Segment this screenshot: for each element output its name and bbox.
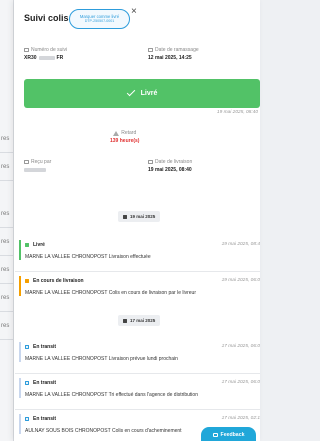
event-description: MARNE LA VALLEE CHRONOPOST Colis en cour… xyxy=(25,290,196,296)
delay-value: 139 heure(s) xyxy=(110,138,140,144)
background-row: res xyxy=(0,200,13,228)
pickup-date-field: Date de ramassage 12 mai 2025, 14:25 xyxy=(148,47,199,61)
background-table-strip: res res res res res res res xyxy=(0,0,14,441)
warning-icon xyxy=(113,130,120,136)
person-icon xyxy=(24,160,29,164)
timeline-date: 19 mai 2025 xyxy=(130,214,156,219)
panel-header: Suivi colis Marquer comme livré DTP-2505… xyxy=(14,0,260,34)
received-by-label: Reçu par xyxy=(31,159,52,165)
delivery-date-value: 19 mai 2025, 08:40 xyxy=(148,167,192,173)
event-timestamp: 19 mai 2025, 08:4 xyxy=(221,242,260,247)
divider xyxy=(15,409,260,410)
received-by-field: Reçu par xyxy=(24,159,51,173)
mark-as-delivered-button[interactable]: Marquer comme livré DTP-250507-0001 xyxy=(69,9,130,29)
event-title: En transit xyxy=(33,343,57,350)
event-description: MARNE LA VALLEE CHRONOPOST Livraison pré… xyxy=(25,356,178,362)
tracking-number-field: Numéro de suivi XR30 FR xyxy=(24,47,67,61)
delay-field: Retard 139 heure(s) xyxy=(110,130,139,144)
delivery-date-field: Date de livraison 19 mai 2025, 08:40 xyxy=(148,159,192,173)
calendar-icon xyxy=(123,214,127,219)
background-row: res xyxy=(0,228,13,256)
timeline-event: En transit 17 mai 2025, 06:0 MARNE LA VA… xyxy=(15,373,260,398)
redacted-value xyxy=(24,167,46,172)
redacted-value xyxy=(38,55,55,60)
tracking-number-label: Numéro de suivi xyxy=(31,47,68,53)
feedback-label: Feedback xyxy=(220,431,245,438)
event-timestamp: 17 mai 2025, 06:0 xyxy=(221,344,260,349)
event-description: MARNE LA VALLEE CHRONOPOST Tri effectué … xyxy=(25,392,198,398)
timeline-event: En cours de livraison 19 mai 2025, 06:0 … xyxy=(15,271,260,296)
event-title: En transit xyxy=(33,379,57,386)
tracking-number-prefix: XR30 xyxy=(24,55,37,61)
status-timestamp: 19 mai 2025, 08:40 xyxy=(216,110,258,115)
background-row: res xyxy=(0,125,13,153)
background-row: res xyxy=(0,284,13,312)
event-title: En cours de livraison xyxy=(33,277,84,284)
timeline-event: Livré 19 mai 2025, 08:4 MARNE LA VALLEE … xyxy=(19,240,260,260)
calendar-icon xyxy=(148,48,153,52)
box-icon xyxy=(25,416,29,421)
chat-icon xyxy=(212,432,218,437)
truck-icon xyxy=(25,278,29,283)
check-icon xyxy=(25,242,29,247)
status-label: Livré xyxy=(140,90,158,97)
panel-title: Suivi colis xyxy=(24,13,69,23)
tracking-number-suffix: FR xyxy=(56,55,64,61)
divider xyxy=(15,373,260,374)
event-description: MARNE LA VALLEE CHRONOPOST Livraison eff… xyxy=(25,254,151,260)
calendar-icon xyxy=(148,160,153,164)
calendar-icon xyxy=(123,318,127,323)
timeline-date-chip: 17 mai 2025 xyxy=(118,315,161,326)
close-icon[interactable]: × xyxy=(131,6,137,17)
pickup-date-value: 12 mai 2025, 14:25 xyxy=(148,55,192,61)
feedback-button[interactable]: Feedback xyxy=(201,427,256,441)
background-row: res xyxy=(0,153,13,181)
delivery-date-label: Date de livraison xyxy=(155,159,193,165)
event-timestamp: 17 mai 2025, 02:1 xyxy=(221,416,260,421)
background-row: res xyxy=(0,256,13,284)
delay-label: Retard xyxy=(121,130,137,136)
event-timestamp: 17 mai 2025, 06:0 xyxy=(221,380,260,385)
timeline-date: 17 mai 2025 xyxy=(130,318,156,323)
timeline-date-chip: 19 mai 2025 xyxy=(118,211,161,222)
background-row: res xyxy=(0,312,13,340)
delivered-status-banner: Livré xyxy=(24,79,260,108)
pickup-date-label: Date de ramassage xyxy=(155,47,199,53)
event-title: En transit xyxy=(33,415,57,422)
timeline-event: En transit 17 mai 2025, 06:0 MARNE LA VA… xyxy=(19,342,260,362)
event-title: Livré xyxy=(33,241,45,248)
mark-button-reference: DTP-250507-0001 xyxy=(84,19,115,24)
divider xyxy=(15,271,260,272)
tracking-panel: Suivi colis Marquer comme livré DTP-2505… xyxy=(14,0,260,441)
check-icon xyxy=(126,87,135,97)
box-icon xyxy=(25,344,29,349)
event-timestamp: 19 mai 2025, 06:0 xyxy=(221,278,260,283)
box-icon xyxy=(25,380,29,385)
document-icon xyxy=(24,48,29,52)
